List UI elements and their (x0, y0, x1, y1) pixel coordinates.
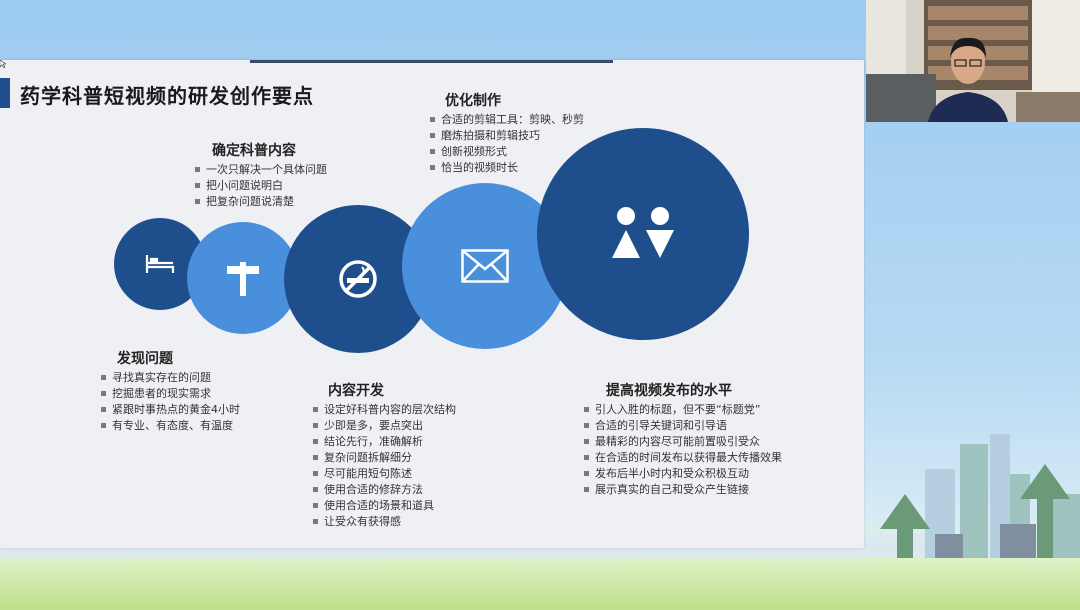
list-item: 发布后半小时内和受众积极互动 (584, 466, 782, 482)
list-item: 在合适的时间发布以获得最大传播效果 (584, 450, 782, 466)
list-item: 寻找真实存在的问题 (101, 370, 240, 386)
presentation-slide: 药学科普短视频的研发创作要点 确定科普内容 一次只解决一个具体问题 把小问题说明… (0, 60, 864, 548)
slide-top-divider (250, 60, 613, 63)
list-item: 把复杂问题说清楚 (195, 194, 327, 210)
list-item: 一次只解决一个具体问题 (195, 162, 327, 178)
section-list-publishing: 引人入胜的标题，但不要“标题党” 合适的引导关键词和引导语 最精彩的内容尽可能前… (584, 402, 782, 498)
grass-ground (0, 558, 1080, 610)
title-accent-bar (0, 78, 10, 108)
envelope-icon (461, 249, 509, 283)
list-item: 把小问题说明白 (195, 178, 327, 194)
section-list-production: 合适的剪辑工具：剪映、秒剪 磨炼拍摄和剪辑技巧 创新视频形式 恰当的视频时长 (430, 112, 584, 176)
circle-2 (187, 222, 299, 334)
mouse-cursor-icon (0, 60, 6, 68)
list-item: 设定好科普内容的层次结构 (313, 402, 456, 418)
signpost-icon (227, 262, 259, 296)
list-item: 磨炼拍摄和剪辑技巧 (430, 128, 584, 144)
list-item: 合适的剪辑工具：剪映、秒剪 (430, 112, 584, 128)
list-item: 让受众有获得感 (313, 514, 456, 530)
section-heading-publishing: 提高视频发布的水平 (606, 383, 732, 399)
presenter-video-icon (866, 0, 1080, 122)
slide-title: 药学科普短视频的研发创作要点 (20, 84, 314, 108)
list-item: 有专业、有态度、有温度 (101, 418, 240, 434)
people-icon (612, 207, 674, 258)
list-item: 少即是多，要点突出 (313, 418, 456, 434)
list-item: 尽可能用短句陈述 (313, 466, 456, 482)
webcam-video-feed (866, 0, 1080, 122)
list-item: 创新视频形式 (430, 144, 584, 160)
list-item: 使用合适的场景和道具 (313, 498, 456, 514)
section-list-problems: 寻找真实存在的问题 挖掘患者的现实需求 紧跟时事热点的黄金4小时 有专业、有态度… (101, 370, 240, 434)
list-item: 紧跟时事热点的黄金4小时 (101, 402, 240, 418)
list-item: 挖掘患者的现实需求 (101, 386, 240, 402)
section-heading-content: 确定科普内容 (212, 143, 296, 159)
section-list-development: 设定好科普内容的层次结构 少即是多，要点突出 结论先行，准确解析 复杂问题拆解细… (313, 402, 456, 530)
list-item: 结论先行，准确解析 (313, 434, 456, 450)
section-list-content: 一次只解决一个具体问题 把小问题说明白 把复杂问题说清楚 (195, 162, 327, 210)
no-smoking-icon (339, 260, 377, 298)
list-item: 复杂问题拆解细分 (313, 450, 456, 466)
section-heading-development: 内容开发 (328, 383, 384, 399)
list-item: 最精彩的内容尽可能前置吸引受众 (584, 434, 782, 450)
list-item: 展示真实的自己和受众产生链接 (584, 482, 782, 498)
list-item: 恰当的视频时长 (430, 160, 584, 176)
section-heading-problems: 发现问题 (117, 351, 173, 367)
section-heading-production: 优化制作 (445, 93, 501, 109)
list-item: 使用合适的修辞方法 (313, 482, 456, 498)
list-item: 合适的引导关键词和引导语 (584, 418, 782, 434)
list-item: 引人入胜的标题，但不要“标题党” (584, 402, 782, 418)
bed-icon (145, 255, 175, 273)
